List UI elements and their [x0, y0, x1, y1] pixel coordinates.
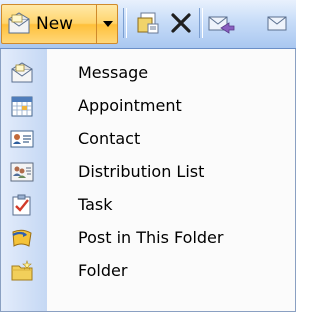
- distribution-list-icon: [10, 162, 34, 182]
- new-button[interactable]: New: [2, 5, 96, 43]
- menu-item-label: Folder: [78, 261, 128, 280]
- move-to-folder-icon: [137, 12, 159, 34]
- appointment-icon: [11, 96, 33, 117]
- menu-item-label: Task: [78, 195, 113, 214]
- menu-item-task[interactable]: Task: [1, 189, 295, 222]
- toolbar-separator: [199, 8, 203, 38]
- move-to-folder-button[interactable]: [133, 8, 163, 38]
- menu-item-label: Contact: [78, 129, 141, 148]
- new-dropdown-menu: Message Appointment Contact Distribution…: [0, 49, 296, 312]
- menu-item-folder[interactable]: Folder: [1, 255, 295, 288]
- menu-item-label: Distribution List: [78, 162, 205, 181]
- menu-item-label: Message: [78, 63, 149, 82]
- menu-item-label: Post in This Folder: [78, 228, 224, 247]
- delete-button[interactable]: [166, 8, 196, 38]
- contact-icon: [10, 130, 34, 148]
- post-icon: [12, 229, 32, 247]
- reply-icon: [208, 16, 235, 34]
- menu-item-message[interactable]: Message: [1, 57, 295, 90]
- toolbar-separator: [123, 8, 127, 38]
- menu-item-label: Appointment: [78, 96, 182, 115]
- message-icon: [11, 62, 33, 83]
- chevron-down-icon: [102, 21, 113, 27]
- menu-item-appointment[interactable]: Appointment: [1, 90, 295, 123]
- reply-all-icon: [267, 16, 287, 31]
- reply-all-button[interactable]: [266, 8, 296, 38]
- delete-icon: [171, 13, 191, 33]
- new-message-icon: [8, 12, 30, 34]
- reply-button[interactable]: [206, 8, 236, 38]
- menu-item-contact[interactable]: Contact: [1, 123, 295, 156]
- task-icon: [12, 194, 31, 216]
- menu-item-post-in-this-folder[interactable]: Post in This Folder: [1, 222, 295, 255]
- toolbar: New: [0, 0, 296, 49]
- folder-icon: [11, 260, 33, 281]
- new-split-button[interactable]: New: [1, 4, 118, 44]
- new-button-label: New: [36, 14, 74, 34]
- new-dropdown-arrow[interactable]: [96, 5, 118, 43]
- menu-item-distribution-list[interactable]: Distribution List: [1, 156, 295, 189]
